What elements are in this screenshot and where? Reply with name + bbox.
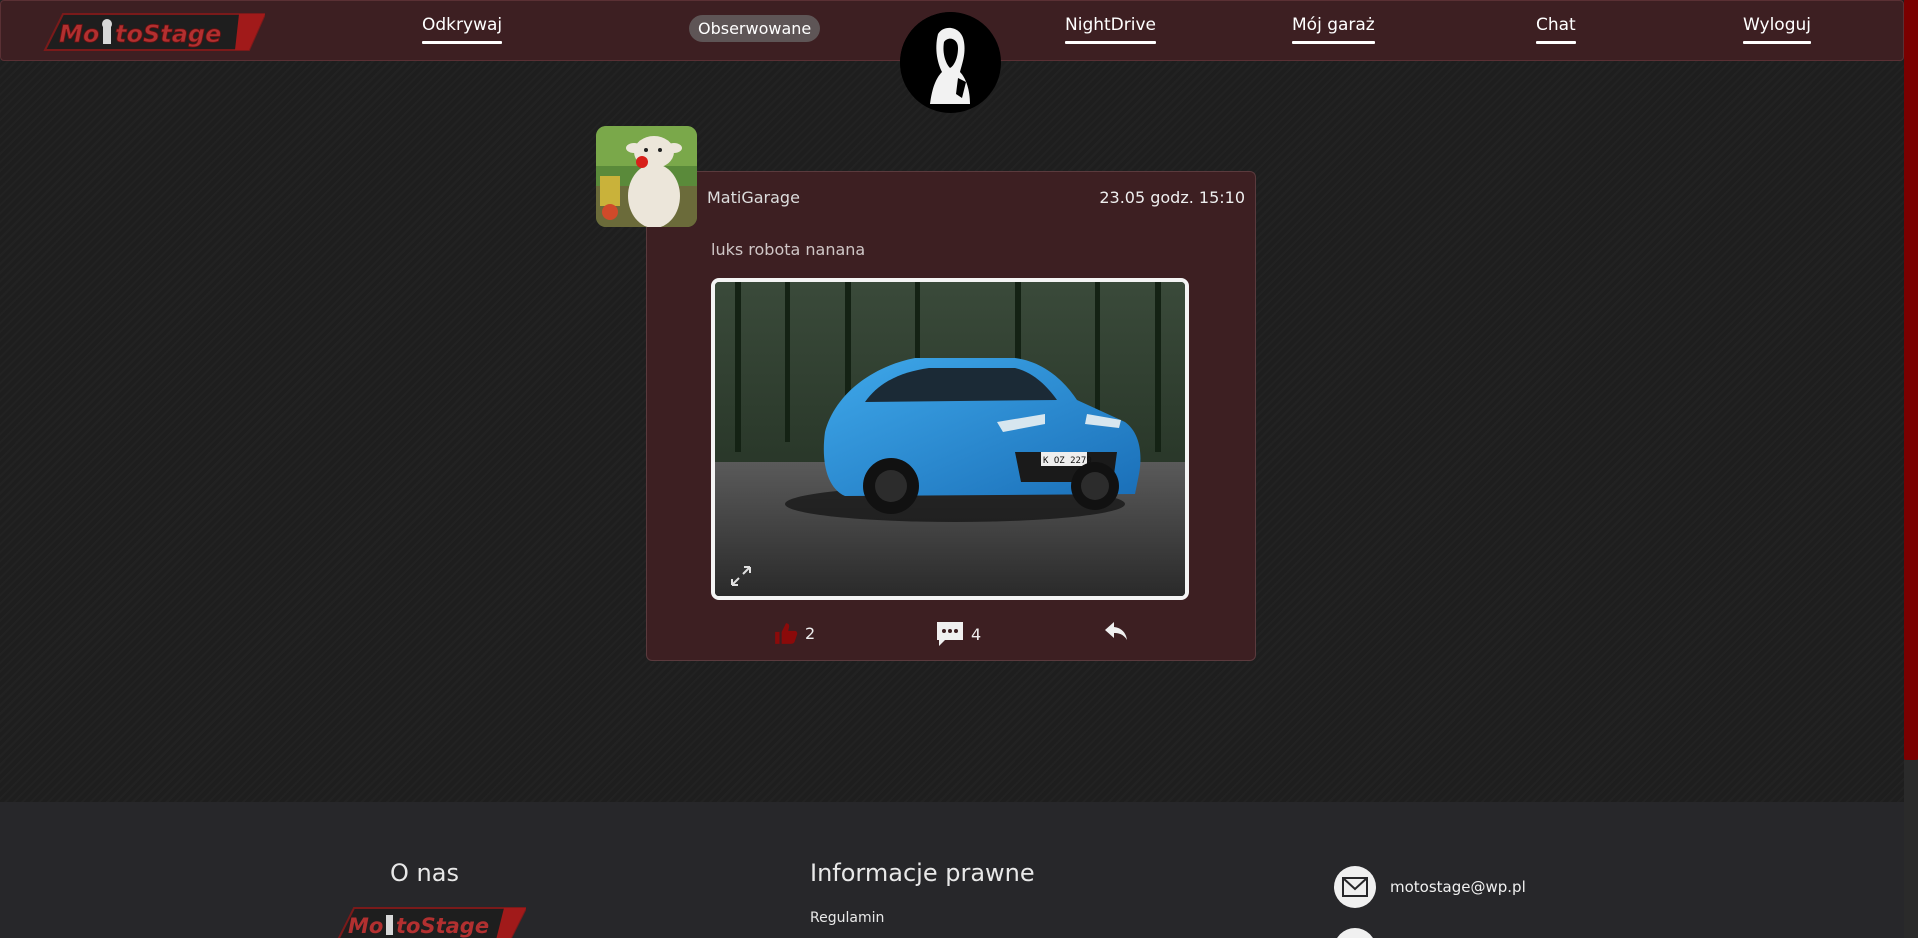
post-author-avatar[interactable] [596,126,697,227]
post-image[interactable]: K OZ 2279 [711,278,1189,600]
share-icon [1105,622,1127,640]
post-date: 23.05 godz. 15:10 [1099,188,1245,207]
post-card: MatiGarage 23.05 godz. 15:10 luks robota… [646,171,1256,661]
scrollbar-thumb[interactable] [1904,0,1918,760]
envelope-icon [1342,877,1368,897]
motostage-logo[interactable]: Mo toStage [39,12,265,52]
nav-moj-garaz-underline [1292,41,1375,44]
footer-legal-title: Informacje prawne [810,859,1035,887]
footer-logo[interactable]: Mo toStage [334,906,526,938]
mail-icon[interactable] [1334,866,1376,908]
nav-chat-underline [1536,41,1576,44]
nav-wyloguj-label: Wyloguj [1743,15,1811,35]
footer-email[interactable]: motostage@wp.pl [1390,878,1526,896]
post-text: luks robota nanana [711,240,866,259]
nav-nightdrive-underline [1065,41,1156,44]
footer-about-title: O nas [390,859,459,887]
nav-odkrywaj-underline [422,41,503,44]
like-icon [775,623,798,644]
nav-nightdrive-label: NightDrive [1065,15,1156,35]
svg-text:toStage: toStage [115,20,221,48]
author-avatar-image [596,126,697,227]
share-button[interactable] [1103,620,1129,642]
nav-obserwowane-label: Obserwowane [698,19,812,38]
nav-wyloguj[interactable]: Wyloguj [1743,15,1811,44]
like-button[interactable]: 2 [773,620,815,646]
nav-wyloguj-underline [1743,41,1811,44]
nav-chat-label: Chat [1536,15,1576,35]
svg-text:Mo: Mo [348,914,383,938]
comment-button[interactable]: 4 [935,620,981,648]
post-username[interactable]: MatiGarage [707,188,800,207]
nav-nightdrive[interactable]: NightDrive [1065,15,1156,44]
footer: O nas Mo toStage Informacje prawne Regul… [0,802,1904,938]
comment-count: 4 [971,624,982,644]
like-count: 2 [805,623,816,643]
hooded-figure-icon [900,12,1000,112]
nav-odkrywaj-label: Odkrywaj [422,15,503,35]
scrollbar[interactable] [1904,0,1918,938]
profile-avatar[interactable] [900,12,1001,113]
nav-chat[interactable]: Chat [1536,15,1576,44]
footer-regulamin-link[interactable]: Regulamin [810,910,884,926]
nav-odkrywaj[interactable]: Odkrywaj [422,15,503,44]
car-photo: K OZ 2279 [715,282,1185,596]
comment-icon [937,622,963,646]
nav-moj-garaz-label: Mój garaż [1292,15,1375,35]
nav-moj-garaz[interactable]: Mój garaż [1292,15,1375,44]
svg-text:toStage: toStage [396,914,489,938]
nav-obserwowane[interactable]: Obserwowane [689,15,821,42]
svg-text:Mo: Mo [59,20,99,48]
expand-icon[interactable] [729,564,753,588]
